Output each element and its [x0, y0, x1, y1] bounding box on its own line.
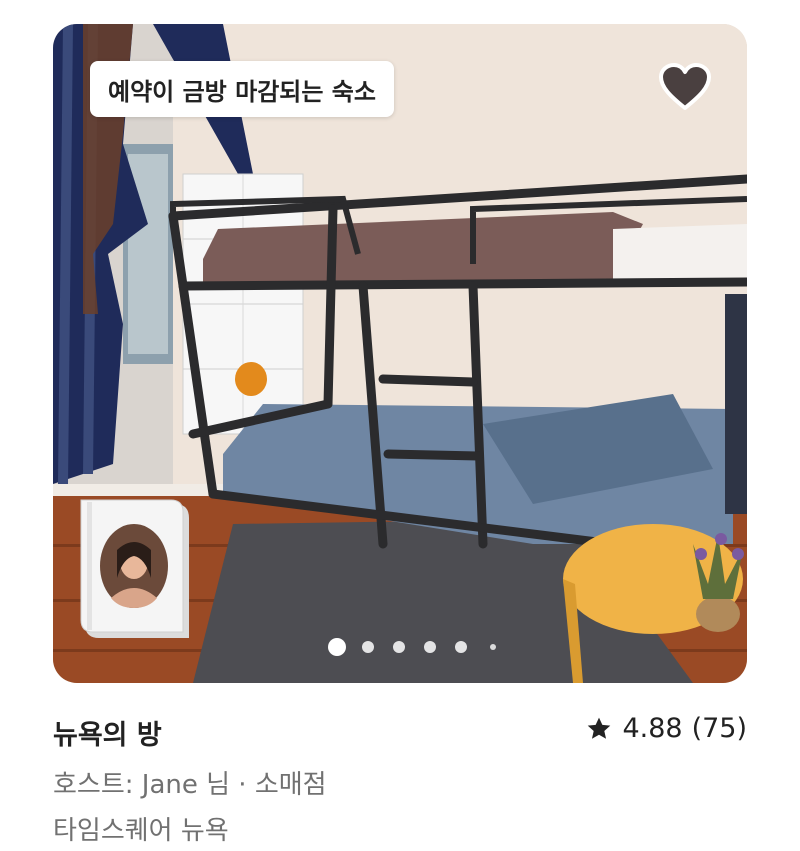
star-icon [588, 717, 611, 739]
rare-find-badge: 예약이 금방 마감되는 숙소 [90, 61, 394, 117]
host-info: 호스트: Jane 님 · 소매점 [53, 770, 327, 800]
host-avatar[interactable] [79, 498, 197, 644]
pagination-dot-active[interactable] [328, 638, 346, 656]
badge-label: 예약이 금방 마감되는 숙소 [108, 77, 376, 106]
pagination-dot[interactable] [393, 641, 405, 653]
listing-location: 타임스퀘어 뉴욕 [53, 816, 229, 846]
pagination-dot-small [490, 644, 496, 650]
pagination-dot[interactable] [424, 641, 436, 653]
rating-value: 4.88 [622, 713, 683, 744]
listing-title[interactable]: 뉴욕의 방 [53, 713, 162, 752]
review-count: (75) [691, 713, 747, 744]
photo-pagination [328, 637, 503, 657]
listing-photo[interactable]: 예약이 금방 마감되는 숙소 [53, 24, 747, 683]
heart-icon[interactable] [658, 62, 712, 112]
pagination-dot[interactable] [455, 641, 467, 653]
pagination-dot[interactable] [362, 641, 374, 653]
listing-card[interactable]: 예약이 금방 마감되는 숙소 뉴욕의 방 4.88 (75) 호스트: Jane… [0, 0, 800, 851]
listing-rating: 4.88 (75) [586, 713, 747, 744]
